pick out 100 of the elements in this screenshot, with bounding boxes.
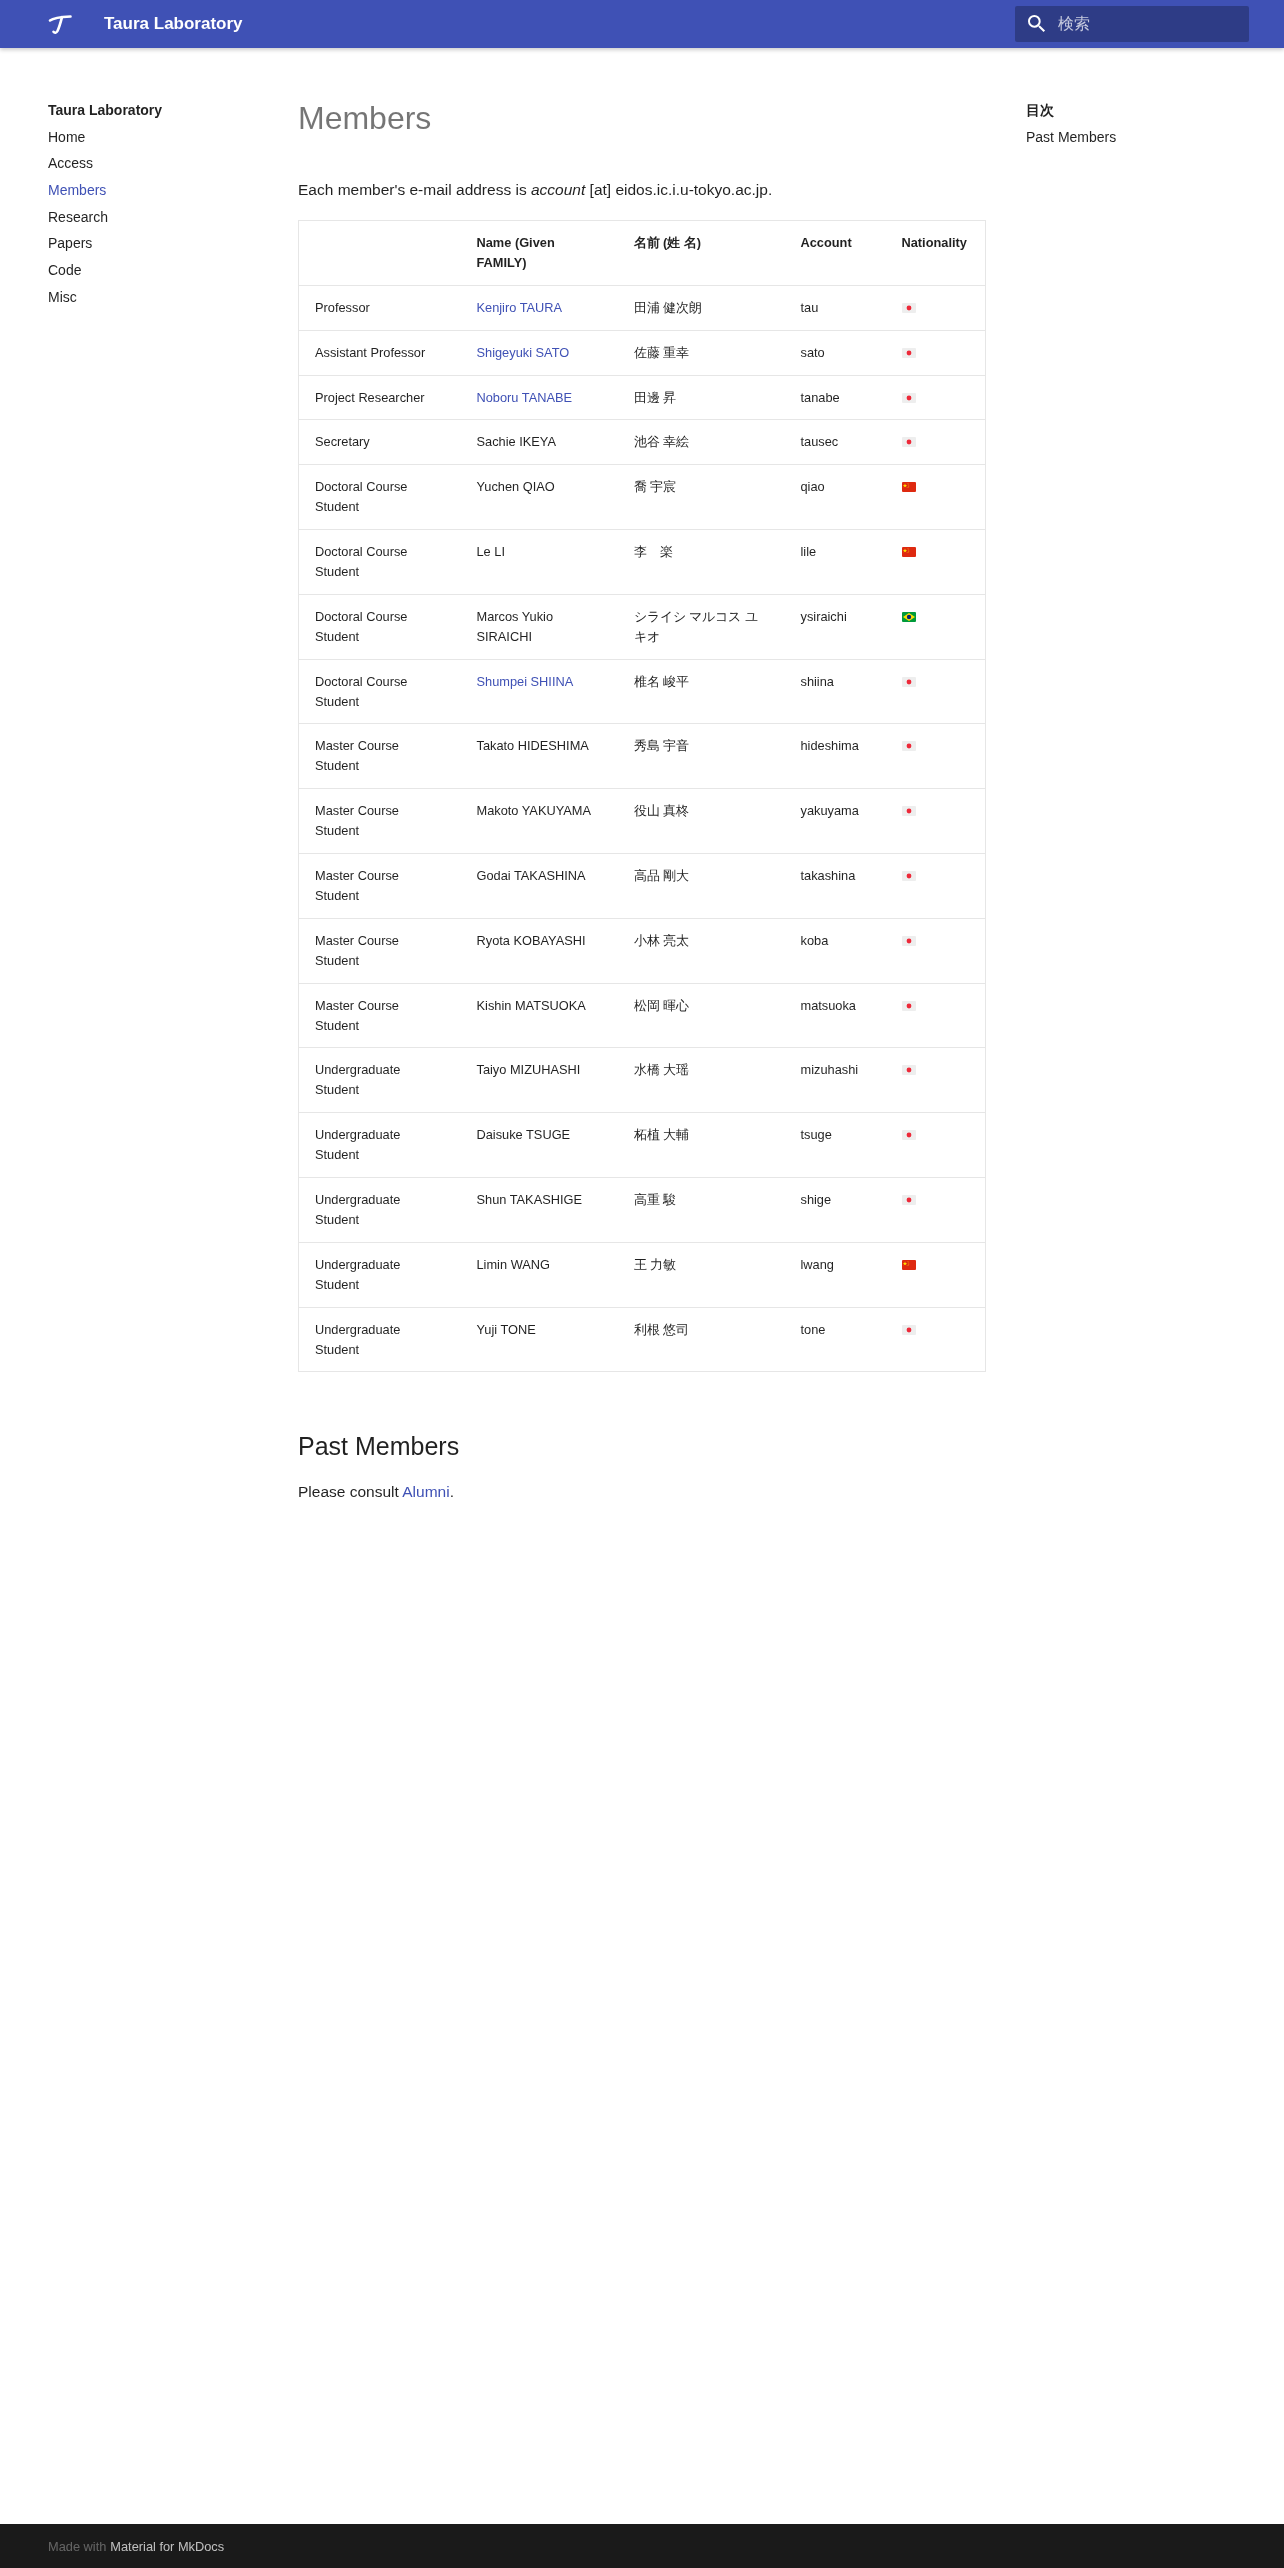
- table-cell: シライシ マルコス ユキオ: [617, 594, 785, 660]
- table-cell: Shun TAKASHIGE: [460, 1177, 618, 1243]
- table-cell: Kishin MATSUOKA: [460, 983, 618, 1048]
- consult-text: Please consult Alumni.: [298, 1482, 455, 1503]
- table-cell: Yuji TONE: [460, 1307, 618, 1372]
- table-cell: Master Course Student: [298, 723, 461, 789]
- table-cell: Master Course Student: [298, 918, 461, 984]
- japan-flag-icon: [901, 1194, 916, 1205]
- table-cell: 秀島 宇音: [617, 723, 785, 789]
- table-cell: Assistant Professor: [298, 330, 461, 376]
- table-cell: hideshima: [784, 723, 886, 789]
- table-cell: tone: [784, 1307, 886, 1372]
- table-cell: Sachie IKEYA: [460, 419, 618, 465]
- table-cell: tsuge: [784, 1112, 886, 1178]
- column-header: Name (Given FAMILY): [460, 220, 618, 286]
- china-flag-icon: [901, 547, 916, 557]
- table-cell: mizuhashi: [784, 1047, 886, 1113]
- table-cell: Undergraduate Student: [298, 1307, 461, 1372]
- table-cell: Yuchen QIAO: [460, 464, 618, 530]
- table-cell: 小林 亮太: [617, 918, 785, 984]
- table-cell: 王 力敏: [617, 1242, 785, 1308]
- table-cell: Marcos Yukio SIRAICHI: [460, 594, 618, 660]
- table-cell: tanabe: [784, 375, 886, 420]
- table-cell: shiina: [784, 659, 886, 724]
- sidebar-link[interactable]: Misc: [48, 286, 77, 307]
- footer-text: Made with: [48, 2538, 107, 2554]
- name-link[interactable]: Noboru TANABE: [476, 389, 573, 405]
- table-cell: Secretary: [298, 419, 461, 465]
- column-header: 名前 (姓 名): [617, 220, 785, 286]
- page-title: Members: [298, 100, 433, 136]
- table-cell: Taiyo MIZUHASHI: [460, 1047, 618, 1113]
- japan-flag-icon: [901, 806, 916, 817]
- name-link[interactable]: Kenjiro TAURA: [476, 300, 563, 315]
- table-cell: Undergraduate Student: [298, 1112, 461, 1178]
- table-cell: 利根 悠司: [617, 1307, 785, 1372]
- table-cell: lile: [784, 529, 886, 595]
- japan-flag-icon: [901, 1324, 916, 1335]
- intro-text: Each member's e-mail address is account [at] eidos.ic.i.u-tokyo.ac.jp.: [298, 180, 774, 200]
- japan-flag-icon: [901, 676, 916, 687]
- japan-flag-icon: [901, 303, 916, 313]
- table-cell: 高品 剛大: [617, 853, 785, 919]
- section-heading: Past Members: [298, 1431, 461, 1463]
- sidebar-link[interactable]: Papers: [48, 233, 93, 254]
- table-cell: 佐藤 重幸: [617, 330, 785, 376]
- table-cell: Master Course Student: [298, 788, 461, 854]
- table-cell: shige: [784, 1177, 886, 1243]
- table-cell: sato: [784, 330, 886, 376]
- table-cell: Makoto YAKUYAMA: [460, 788, 618, 854]
- logo-icon[interactable]: [48, 13, 72, 35]
- japan-flag-icon: [901, 392, 916, 403]
- table-cell: Ryota KOBAYASHI: [460, 918, 618, 984]
- table-cell: Doctoral Course Student: [298, 529, 461, 595]
- sidebar-link[interactable]: Members: [48, 180, 107, 201]
- table-cell: Doctoral Course Student: [298, 659, 461, 724]
- search-icon: [1028, 15, 1046, 33]
- table-cell: 田邊 昇: [617, 375, 785, 420]
- table-cell: 李 楽: [617, 529, 785, 595]
- table-cell: 池谷 幸絵: [617, 419, 785, 465]
- japan-flag-icon: [901, 741, 916, 752]
- table-cell: Godai TAKASHINA: [460, 853, 618, 919]
- name-link[interactable]: Shigeyuki SATO: [476, 344, 570, 360]
- table-cell: 椎名 峻平: [617, 659, 785, 724]
- table-cell: ysiraichi: [784, 594, 886, 660]
- china-flag-icon: [901, 482, 916, 493]
- sidebar-link[interactable]: Home: [48, 126, 86, 147]
- table-cell: Undergraduate Student: [298, 1047, 461, 1113]
- table-cell: yakuyama: [784, 788, 886, 854]
- toc-link[interactable]: Past Members: [1026, 126, 1226, 147]
- japan-flag-icon: [901, 1000, 916, 1011]
- alumni-link[interactable]: Alumni: [402, 1483, 450, 1501]
- sidebar-link[interactable]: Research: [48, 206, 108, 227]
- sidebar-link[interactable]: Code: [48, 260, 82, 281]
- table-cell: Takato HIDESHIMA: [460, 723, 618, 789]
- table-cell: 高重 駿: [617, 1177, 785, 1243]
- table-cell: Undergraduate Student: [298, 1177, 461, 1243]
- japan-flag-icon: [901, 1065, 916, 1076]
- name-link[interactable]: Shumpei SHIINA: [476, 673, 574, 689]
- japan-flag-icon: [901, 437, 916, 448]
- japan-flag-icon: [901, 870, 916, 881]
- china-flag-icon: [901, 1259, 916, 1270]
- table-cell: Le LI: [460, 529, 618, 595]
- footer-link[interactable]: Material for MkDocs: [110, 2538, 225, 2554]
- japan-flag-icon: [901, 935, 916, 946]
- table-cell: 水橋 大瑶: [617, 1047, 785, 1113]
- table-cell: takashina: [784, 853, 886, 919]
- table-cell: 役山 真柊: [617, 788, 785, 854]
- column-header: Nationality: [885, 220, 986, 286]
- table-cell: Limin WANG: [460, 1242, 618, 1308]
- table-cell: 柘植 大輔: [617, 1112, 785, 1178]
- table-cell: tau: [784, 285, 886, 331]
- table-cell: Undergraduate Student: [298, 1242, 461, 1308]
- sidebar-link[interactable]: Access: [48, 153, 94, 174]
- table-cell: Professor: [298, 285, 461, 331]
- japan-flag-icon: [901, 1130, 916, 1141]
- table-cell: Doctoral Course Student: [298, 464, 461, 530]
- table-cell: Daisuke TSUGE: [460, 1112, 618, 1178]
- table-cell: Master Course Student: [298, 853, 461, 919]
- site-title: Taura Laboratory: [104, 13, 243, 35]
- table-cell: tausec: [784, 419, 886, 465]
- column-header: Account: [784, 220, 886, 286]
